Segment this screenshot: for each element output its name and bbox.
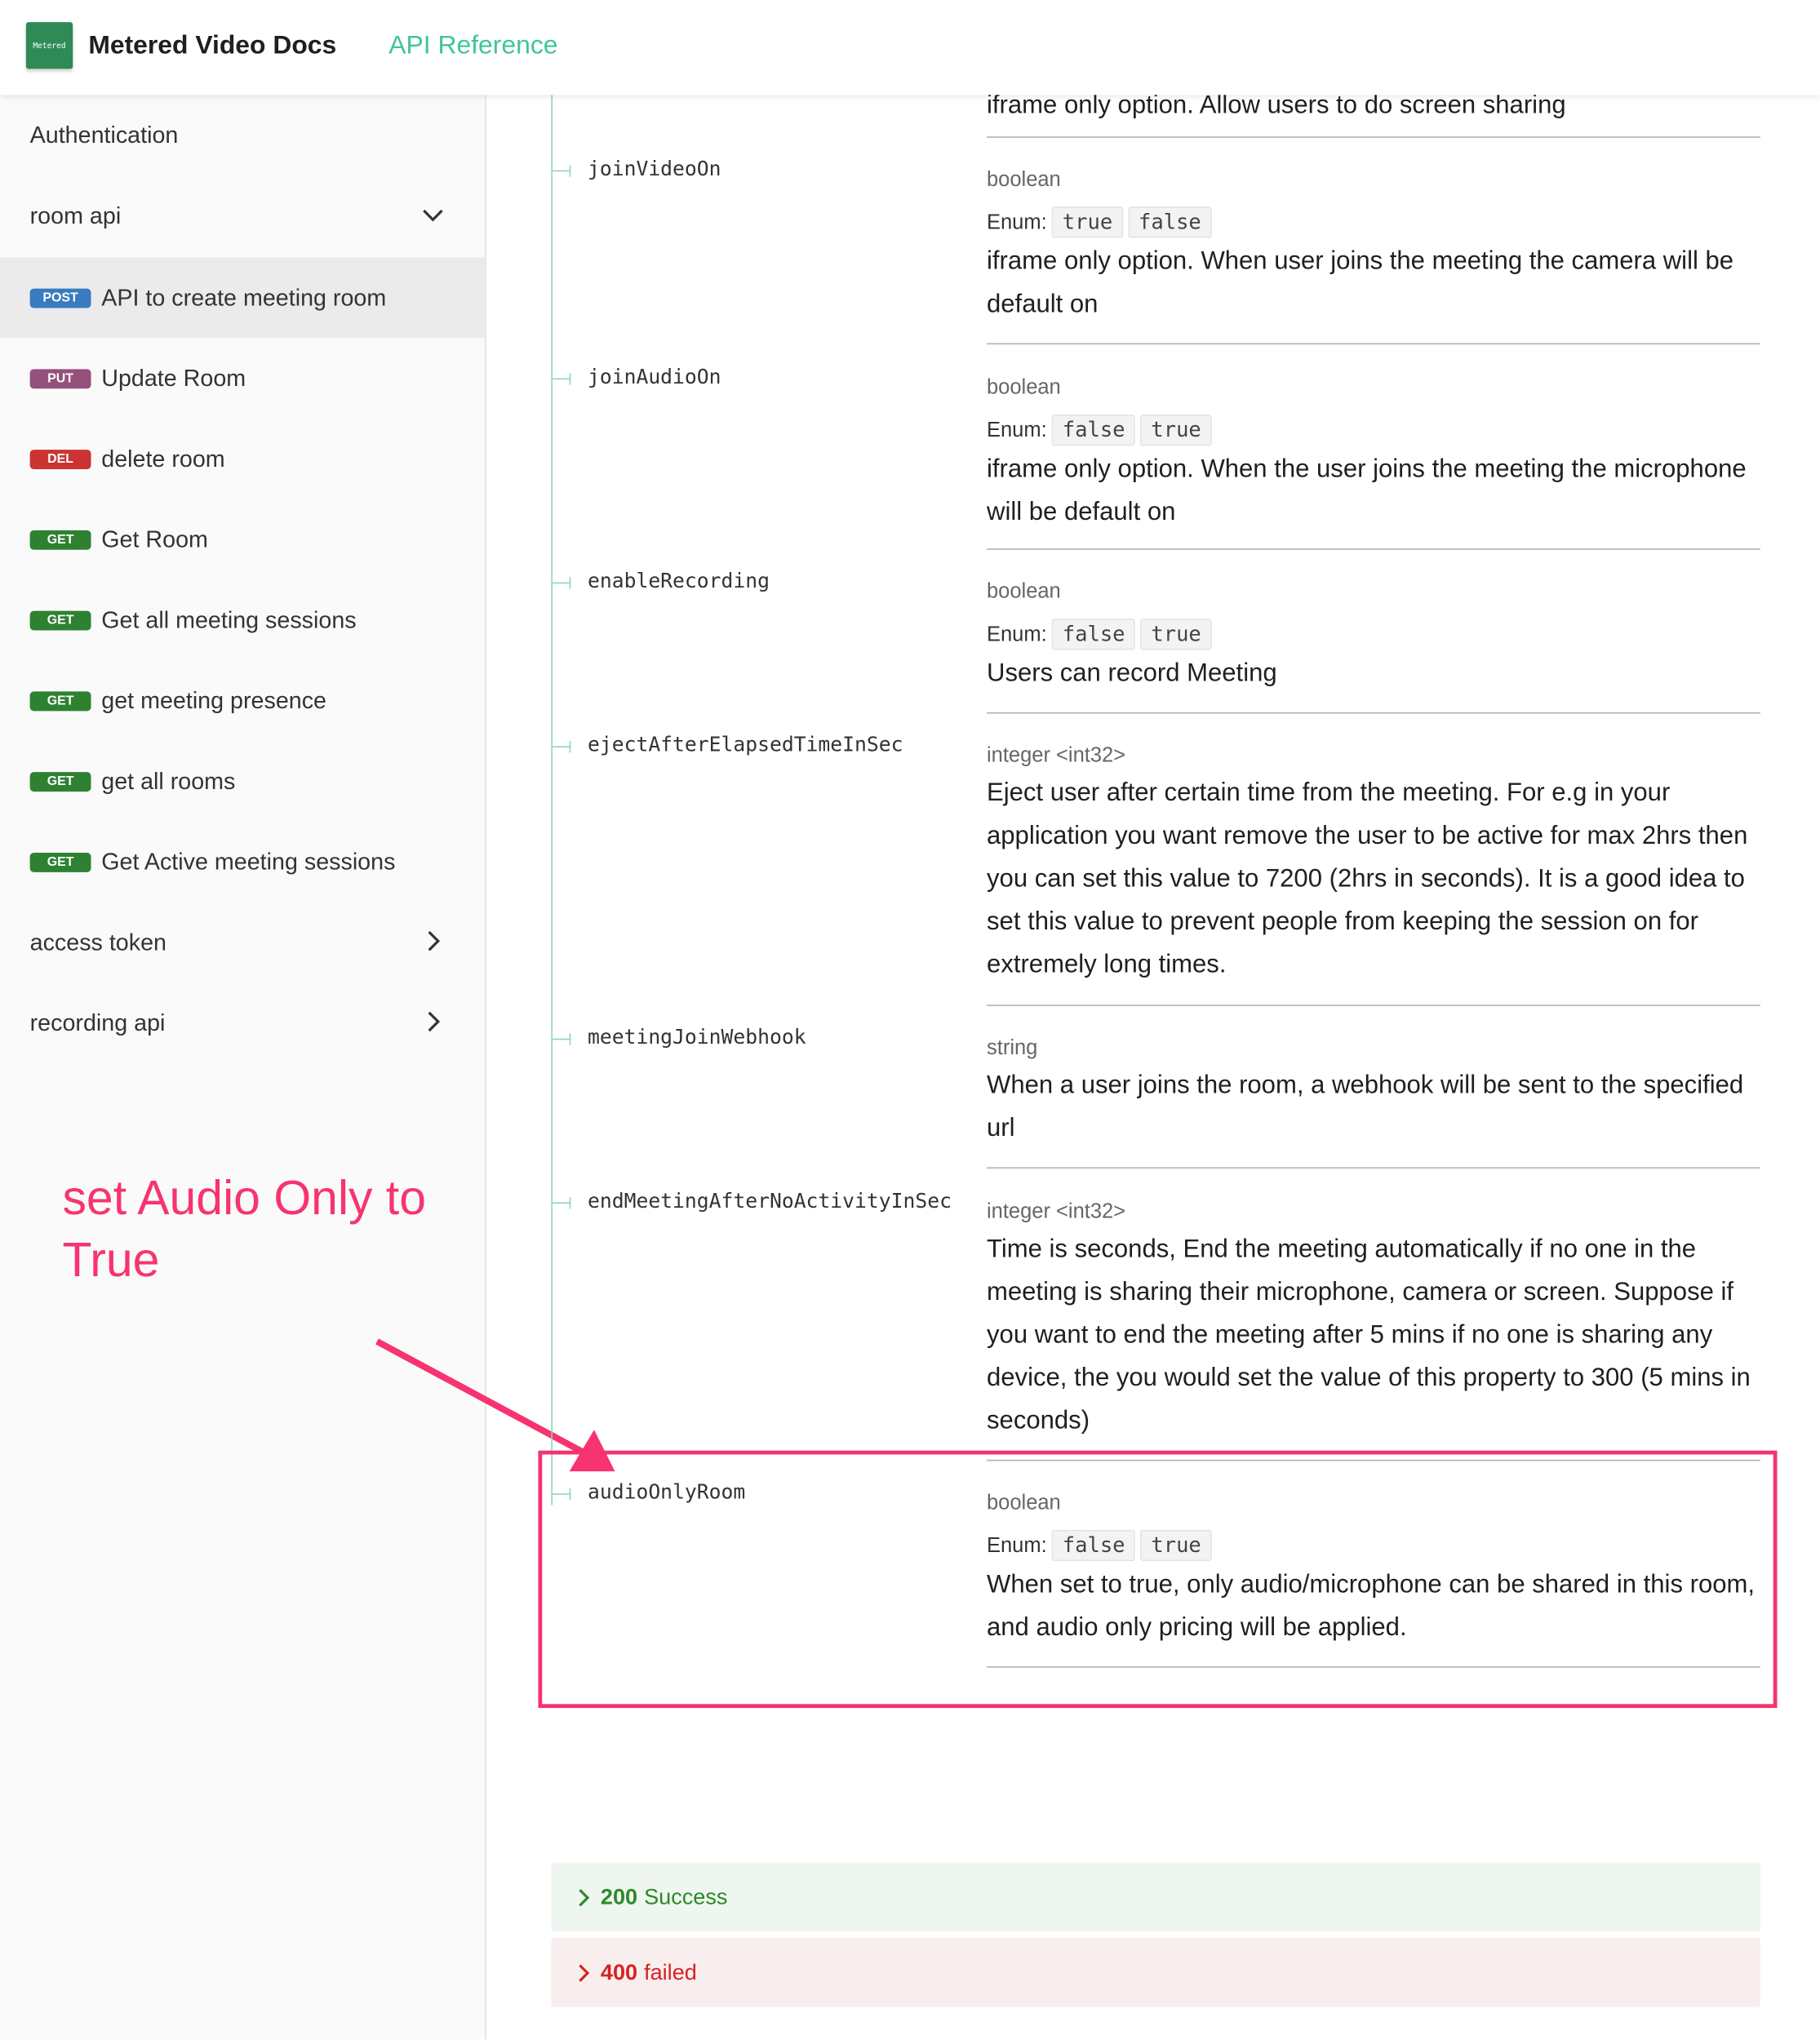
sidebar-item-get-all-meeting-sessions[interactable]: GET Get all meeting sessions: [0, 579, 485, 660]
sidebar-item-label: Update Room: [101, 364, 246, 391]
method-badge: GET: [29, 852, 91, 872]
sidebar-item-label: access token: [29, 929, 166, 955]
method-badge: POST: [29, 287, 91, 308]
method-badge: GET: [29, 771, 91, 792]
property-name: endMeetingAfterNoActivityInSec: [587, 1189, 952, 1213]
enum-value: false: [1052, 619, 1136, 650]
tree-branch: [552, 577, 571, 589]
sidebar-item-get-active-meeting-sessions[interactable]: GET Get Active meeting sessions: [0, 822, 485, 902]
metered-logo[interactable]: Metered: [25, 22, 73, 69]
tree-branch: [552, 1197, 571, 1209]
tree-branch: [552, 165, 571, 177]
divider: [987, 1004, 1760, 1006]
method-badge: GET: [29, 530, 91, 550]
method-badge: DEL: [29, 449, 91, 469]
tree-branch: [552, 373, 571, 385]
response-200[interactable]: 200 Success: [551, 1862, 1760, 1932]
property-name: enableRecording: [587, 569, 770, 593]
enum-label: Enum:: [987, 211, 1047, 234]
property-enum: Enum: false true: [987, 415, 1760, 446]
sidebar-item-label: Get all meeting sessions: [101, 606, 357, 632]
property-enum: Enum: true false: [987, 206, 1760, 238]
api-reference-link[interactable]: API Reference: [388, 31, 557, 61]
property-enum: Enum: false true: [987, 619, 1760, 650]
enum-label: Enum:: [987, 623, 1047, 646]
enum-value: false: [1128, 206, 1212, 238]
sidebar-item-label: room api: [29, 202, 122, 228]
enum-label: Enum:: [987, 419, 1047, 442]
sidebar-item-label: get all rooms: [101, 767, 236, 794]
sidebar-item-label: delete room: [101, 445, 225, 472]
response-code: 200: [600, 1883, 638, 1909]
divider: [987, 712, 1760, 714]
property-name: meetingJoinWebhook: [587, 1025, 806, 1049]
sidebar-item-access-token[interactable]: access token: [0, 902, 485, 982]
chevron-right-icon[interactable]: [420, 1009, 446, 1035]
enum-value: true: [1140, 619, 1212, 650]
highlight-box: [538, 1450, 1778, 1709]
property-type: integer <int32>: [987, 744, 1126, 767]
property-name: ejectAfterElapsedTimeInSec: [587, 733, 903, 757]
property-description: When a user joins the room, a webhook wi…: [987, 1071, 1744, 1143]
annotation-text: set Audio Only to True: [62, 1171, 427, 1287]
divider: [987, 136, 1760, 138]
property-description: Users can record Meeting: [987, 659, 1277, 688]
sidebar-item-api-to-create-meeting-room[interactable]: POST API to create meeting room: [0, 257, 486, 339]
property-type: boolean: [987, 169, 1061, 192]
sidebar-item-label: Authentication: [29, 121, 179, 148]
sidebar-item-recording-api[interactable]: recording api: [0, 982, 485, 1063]
divider: [987, 343, 1760, 345]
divider: [987, 548, 1760, 550]
chevron-down-icon[interactable]: [420, 202, 446, 228]
properties-tree-line: [551, 95, 553, 1506]
property-type: integer <int32>: [987, 1200, 1126, 1223]
response-label: failed: [644, 1959, 697, 1985]
method-badge: PUT: [29, 368, 91, 388]
response-label: Success: [644, 1883, 728, 1909]
sidebar-item-label: get meeting presence: [101, 686, 326, 713]
brand-title[interactable]: Metered Video Docs: [88, 31, 336, 61]
tree-branch: [552, 740, 571, 753]
sidebar-item-label: Get Room: [101, 526, 208, 552]
enum-value: true: [1052, 206, 1123, 238]
property-description: Time is seconds, End the meeting automat…: [987, 1235, 1751, 1435]
top-bar: Metered Metered Video Docs API Reference: [0, 0, 1820, 95]
sidebar-item-update-room[interactable]: PUT Update Room: [0, 338, 485, 419]
chevron-right-icon: [579, 1888, 590, 1906]
sidebar-item-authentication[interactable]: Authentication: [0, 95, 485, 175]
sidebar-item-room-api[interactable]: room api: [0, 175, 485, 256]
enum-value: true: [1140, 415, 1212, 446]
sidebar-item-get-room[interactable]: GET Get Room: [0, 499, 485, 580]
response-400[interactable]: 400 failed: [551, 1938, 1760, 2007]
property-name: joinAudioOn: [587, 365, 721, 389]
property-type: string: [987, 1037, 1038, 1060]
property-name: joinVideoOn: [587, 157, 721, 181]
divider: [987, 1167, 1760, 1169]
chevron-right-icon[interactable]: [420, 928, 446, 954]
logo-text: Metered: [33, 41, 66, 51]
response-code: 400: [600, 1959, 638, 1985]
property-description: iframe only option. When user joins the …: [987, 246, 1734, 319]
sidebar-item-get-all-rooms[interactable]: GET get all rooms: [0, 741, 485, 822]
property-description: Eject user after certain time from the m…: [987, 778, 1748, 979]
sidebar-item-label: API to create meeting room: [101, 284, 387, 310]
enum-value: false: [1052, 415, 1136, 446]
property-description: iframe only option. When the user joins …: [987, 455, 1747, 527]
property-type: boolean: [987, 376, 1061, 400]
sidebar-item-label: recording api: [29, 1009, 166, 1036]
sidebar-item-label: Get Active meeting sessions: [101, 848, 396, 875]
sidebar-item-get-meeting-presence[interactable]: GET get meeting presence: [0, 660, 485, 741]
tree-branch: [552, 1033, 571, 1045]
method-badge: GET: [29, 610, 91, 630]
property-type: boolean: [987, 581, 1061, 604]
sidebar: Authentication room api POST API to create …: [0, 95, 486, 2040]
method-badge: GET: [29, 690, 91, 711]
chevron-right-icon: [579, 1963, 590, 1981]
sidebar-item-delete-room[interactable]: DEL delete room: [0, 419, 485, 499]
